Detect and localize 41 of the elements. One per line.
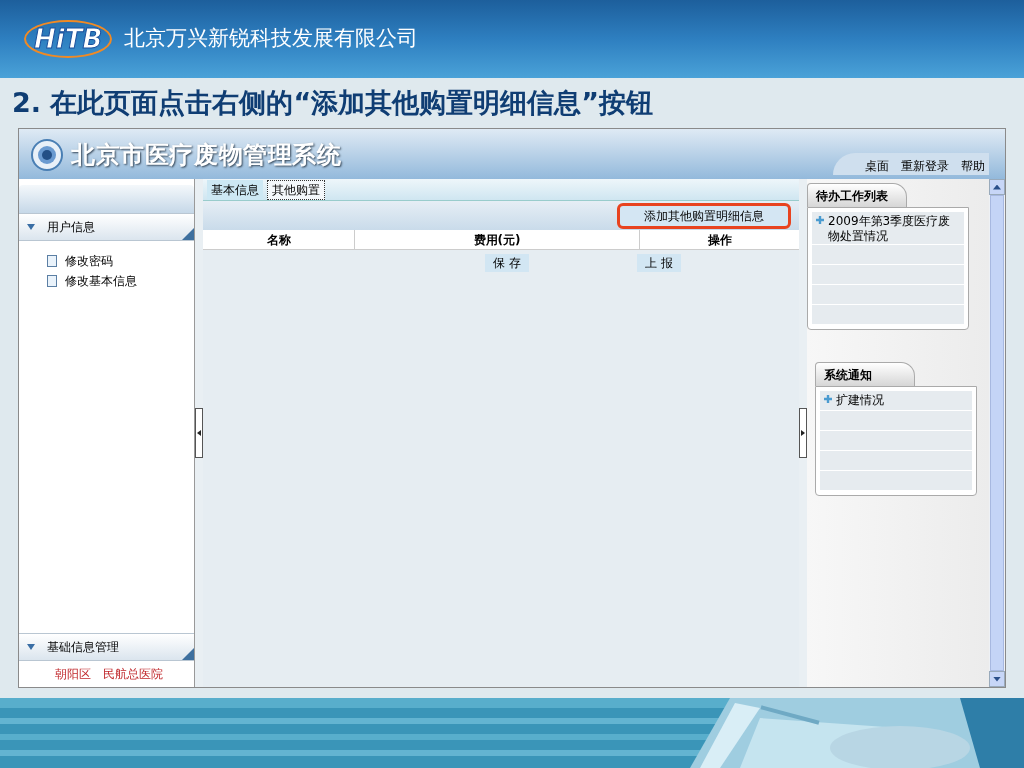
column-header: 操作	[706, 231, 733, 249]
emblem-icon	[31, 139, 63, 171]
action-button[interactable]: 上 报	[636, 254, 681, 272]
section-header[interactable]: 用户信息	[19, 213, 194, 241]
add-button[interactable]: 添加其他购置明细信息	[617, 202, 791, 229]
logo: HiTB	[24, 20, 113, 58]
section-header[interactable]: 基础信息管理	[19, 633, 194, 661]
list-item-text: 2009年第3季度医疗废物处置情况	[828, 214, 952, 244]
list-item-text: 扩建情况	[836, 393, 884, 408]
footer-text: 民航总医院	[103, 666, 163, 683]
nav-link[interactable]: 桌面	[865, 157, 889, 175]
column-header: 名称	[203, 230, 355, 249]
chevron-up-icon	[993, 184, 1001, 190]
company-name: 北京万兴新锐科技发展有限公司	[124, 25, 419, 53]
document-icon	[47, 275, 57, 287]
footer-text: 朝阳区	[55, 666, 91, 683]
section-label: 基础信息管理	[47, 639, 119, 656]
scroll-thumb[interactable]	[990, 195, 1004, 671]
scroll-down-button[interactable]	[989, 671, 1005, 687]
list-item[interactable]: 扩建情况	[820, 391, 972, 411]
nav-link[interactable]: 帮助	[961, 157, 985, 175]
tab[interactable]: 其他购置	[267, 180, 325, 200]
app-title: 北京市医疗废物管理系统	[71, 140, 342, 171]
caret-icon	[27, 644, 35, 650]
column-header: 费用(元)	[355, 230, 640, 249]
menu-item[interactable]: 修改密码	[47, 253, 194, 269]
nav-link[interactable]: 重新登录	[901, 157, 949, 175]
slide-heading: 2. 在此页面点击右侧的“添加其他购置明细信息”按钮	[12, 85, 653, 120]
plus-icon	[824, 395, 832, 403]
action-button[interactable]: 保 存	[485, 254, 529, 272]
menu-item[interactable]: 修改基本信息	[47, 273, 194, 289]
collapse-handle[interactable]	[799, 408, 807, 458]
tab[interactable]: 基本信息	[207, 180, 263, 200]
caret-icon	[27, 224, 35, 230]
plus-icon	[816, 216, 824, 224]
collapse-handle[interactable]	[195, 408, 203, 458]
chevron-down-icon	[993, 676, 1001, 682]
list-item[interactable]: 2009年第3季度医疗废物处置情况	[812, 212, 964, 245]
document-icon	[47, 255, 57, 267]
section-label: 用户信息	[47, 219, 95, 236]
scroll-up-button[interactable]	[989, 179, 1005, 195]
